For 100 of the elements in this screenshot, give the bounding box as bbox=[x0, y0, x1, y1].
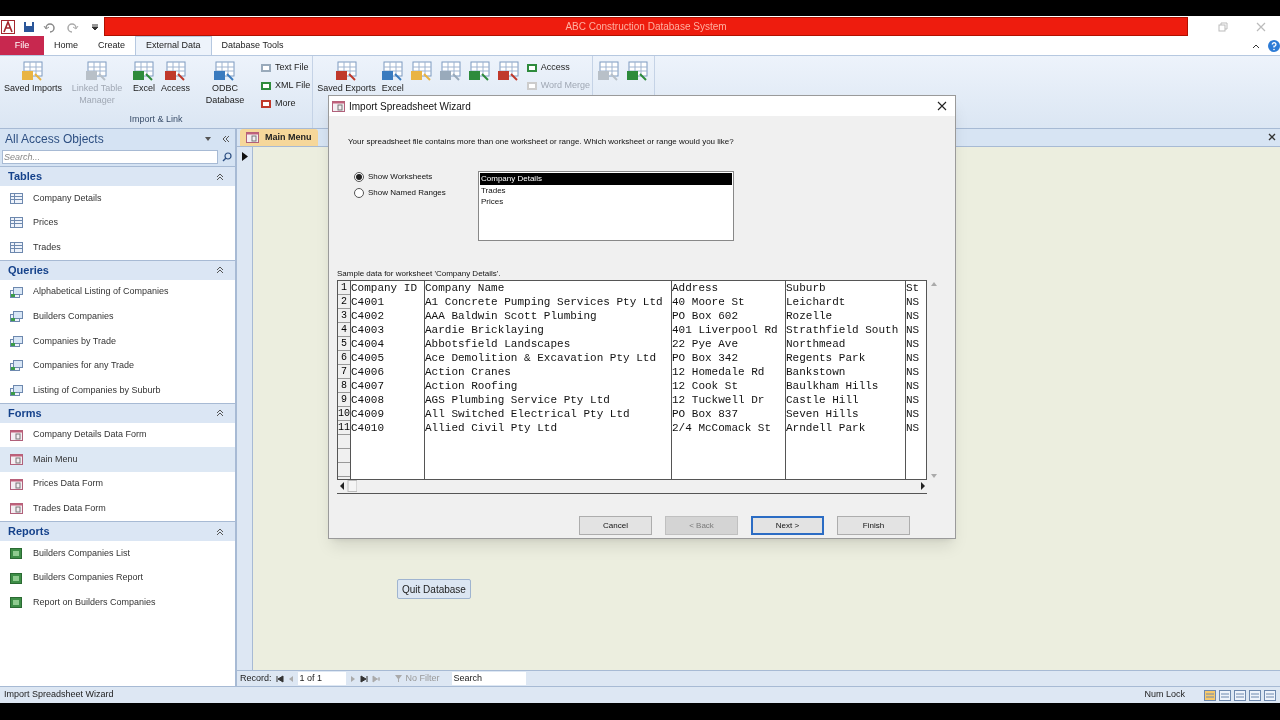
search-field[interactable]: Search bbox=[451, 671, 526, 686]
collapse-section-icon[interactable] bbox=[216, 266, 224, 275]
wizard-button[interactable]: Next > bbox=[751, 516, 824, 535]
worksheet-list[interactable]: Company Details Trades Prices bbox=[478, 171, 734, 241]
table-cell-text: NS bbox=[906, 295, 921, 309]
row-number: 10 bbox=[338, 407, 350, 421]
customize-icon[interactable] bbox=[91, 22, 99, 31]
form-icon bbox=[10, 454, 23, 466]
table-cell-text: NS bbox=[906, 323, 921, 337]
table-icon bbox=[163, 60, 188, 82]
window-title: ABC Construction Database System bbox=[565, 20, 727, 34]
wizard-button[interactable]: Cancel bbox=[579, 516, 652, 535]
ribbon-tab[interactable]: Home bbox=[44, 36, 88, 55]
table-cell-text: Action Roofing bbox=[425, 379, 519, 393]
query-icon bbox=[10, 286, 23, 298]
list-item[interactable]: Trades bbox=[480, 184, 732, 196]
form-icon bbox=[246, 132, 259, 143]
ribbon-button[interactable]: Saved Imports bbox=[2, 60, 65, 94]
quit-button[interactable]: Quit Database bbox=[397, 579, 471, 599]
table-cell-text: NS bbox=[906, 379, 921, 393]
column-header: Company ID bbox=[351, 281, 419, 295]
collapse-pane-icon[interactable] bbox=[222, 135, 230, 143]
table-cell-text: Leichardt bbox=[786, 295, 847, 309]
form-icon bbox=[10, 478, 23, 490]
table-icon bbox=[85, 60, 110, 82]
file-tab[interactable]: File bbox=[0, 36, 44, 55]
list-item[interactable]: Prices bbox=[480, 196, 732, 208]
list-item[interactable]: Company Details bbox=[480, 173, 732, 185]
table-cell-text: Bankstown bbox=[786, 365, 847, 379]
dropdown-icon[interactable] bbox=[204, 135, 212, 143]
form-view-icon[interactable] bbox=[1204, 689, 1216, 701]
search-icon[interactable] bbox=[222, 152, 232, 162]
table-cell-text: C4004 bbox=[351, 337, 386, 351]
nav-item[interactable]: Main Menu bbox=[0, 447, 235, 472]
close-icon[interactable] bbox=[937, 101, 947, 111]
query-icon bbox=[10, 360, 23, 372]
form-icon bbox=[332, 100, 345, 112]
table-icon bbox=[380, 60, 405, 82]
first-record-icon[interactable] bbox=[275, 674, 284, 683]
table-icon bbox=[213, 60, 238, 82]
report-icon bbox=[10, 572, 23, 584]
ribbon-button[interactable]: Access bbox=[525, 60, 591, 76]
ribbon-button[interactable]: Excel bbox=[130, 60, 159, 94]
row-number: 2 bbox=[338, 295, 350, 309]
radio-option[interactable]: Show Worksheets bbox=[354, 171, 478, 183]
table-cell-text: Ace Demolition & Excavation Pty Ltd bbox=[425, 351, 658, 365]
pivot-view-icon[interactable] bbox=[1264, 689, 1276, 701]
table-cell-text: AAA Baldwin Scott Plumbing bbox=[425, 309, 598, 323]
ribbon-button[interactable]: ODBC Database bbox=[193, 60, 258, 106]
prompt-text: Your spreadsheet file contains more than one worksheet or range. Which worksheet or range would you like? bbox=[348, 136, 735, 148]
row-number: 1 bbox=[338, 281, 350, 295]
collapse-section-icon[interactable] bbox=[216, 172, 224, 181]
undo-icon[interactable] bbox=[43, 20, 55, 33]
ribbon-tab[interactable]: Create bbox=[88, 36, 136, 55]
collapse-section-icon[interactable] bbox=[216, 527, 224, 536]
table-cell-text: Seven Hills bbox=[786, 407, 860, 421]
scroll-right-icon[interactable] bbox=[919, 480, 927, 492]
status-message: Import Spreadsheet Wizard bbox=[4, 688, 115, 702]
table-icon bbox=[10, 242, 23, 253]
row-number: 9 bbox=[338, 393, 350, 407]
table-cell-text: Baulkham Hills bbox=[786, 379, 880, 393]
ribbon-button[interactable]: Access bbox=[159, 60, 193, 94]
table-icon bbox=[10, 192, 23, 204]
design-view-icon[interactable] bbox=[1249, 689, 1261, 701]
horizontal-scrollbar[interactable] bbox=[337, 480, 927, 494]
search-field[interactable]: Search... bbox=[2, 150, 218, 164]
ribbon-tab[interactable]: Database Tools bbox=[211, 36, 294, 55]
document-tab[interactable]: Main Menu bbox=[240, 129, 318, 146]
last-record-icon[interactable] bbox=[359, 674, 368, 683]
radio-option[interactable]: Show Named Ranges bbox=[354, 187, 478, 199]
wizard-button[interactable]: Finish bbox=[837, 516, 910, 535]
ribbon-tab[interactable]: External Data bbox=[135, 36, 212, 55]
table-cell-text: C4009 bbox=[351, 407, 386, 421]
layout-view-icon[interactable] bbox=[1234, 689, 1246, 701]
row-number: 4 bbox=[338, 323, 350, 337]
ribbon-button[interactable]: More bbox=[260, 96, 311, 112]
table-cell-text: C4007 bbox=[351, 379, 386, 393]
pane-title: All Access Objects bbox=[5, 131, 105, 148]
table-icon bbox=[21, 60, 45, 82]
table-cell-text: 2/4 McComack St bbox=[672, 421, 773, 435]
table-cell-text: NS bbox=[906, 407, 921, 421]
table-cell-text: C4006 bbox=[351, 365, 386, 379]
close-icon[interactable] bbox=[1268, 133, 1276, 141]
datasheet-view-icon[interactable] bbox=[1219, 689, 1231, 701]
table-cell-text: C4005 bbox=[351, 351, 386, 365]
record-position-field[interactable]: 1 of 1 bbox=[297, 671, 346, 686]
redo-icon[interactable] bbox=[67, 20, 79, 33]
report-icon bbox=[10, 547, 23, 559]
save-icon[interactable] bbox=[23, 20, 35, 33]
query-icon bbox=[10, 335, 23, 347]
ribbon-button[interactable]: Text File bbox=[260, 60, 311, 76]
help-icon[interactable] bbox=[1268, 40, 1280, 52]
table-cell-text: 22 Pye Ave bbox=[672, 337, 740, 351]
collapse-section-icon[interactable] bbox=[216, 409, 224, 418]
ribbon-button[interactable]: Excel bbox=[378, 60, 407, 94]
table-cell-text: C4002 bbox=[351, 309, 386, 323]
collapse-ribbon-icon[interactable] bbox=[1252, 42, 1260, 50]
ribbon-button[interactable]: Saved Exports bbox=[315, 60, 378, 94]
ribbon-button[interactable]: XML File bbox=[260, 78, 311, 94]
table-icon bbox=[334, 60, 359, 82]
